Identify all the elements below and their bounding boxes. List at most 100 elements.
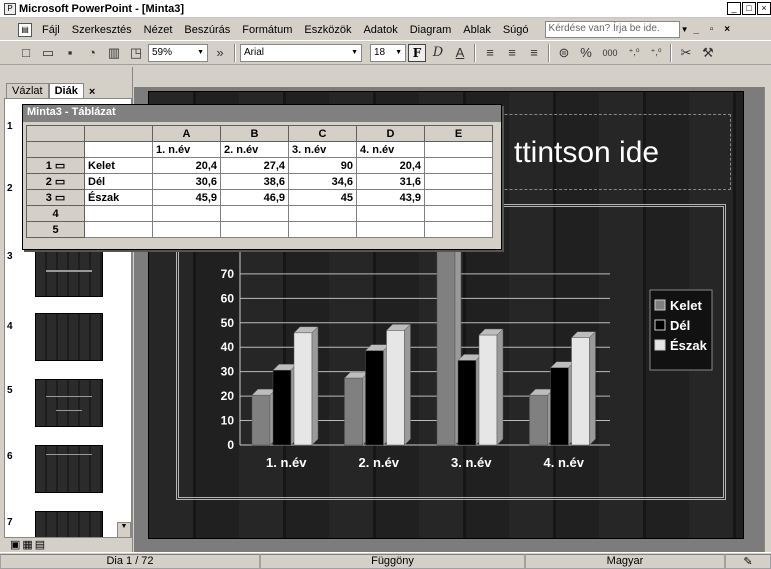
column-header-B[interactable]: B bbox=[220, 125, 289, 142]
menu-chart[interactable]: Diagram bbox=[404, 24, 458, 36]
vertical-scrollbar[interactable] bbox=[764, 87, 771, 552]
column-header-D[interactable]: D bbox=[356, 125, 425, 142]
menu-data[interactable]: Adatok bbox=[357, 24, 403, 36]
value-cell[interactable]: 34,6 bbox=[288, 173, 357, 190]
increase-decimal-icon[interactable]: ⁺,⁰ bbox=[624, 43, 644, 63]
bold-button[interactable]: F bbox=[408, 43, 426, 62]
row-header-2[interactable]: 2 ▭ bbox=[26, 173, 85, 190]
value-cell[interactable]: 27,4 bbox=[220, 157, 289, 174]
new-document-icon[interactable]: □ bbox=[16, 43, 36, 63]
decrease-decimal-icon[interactable]: ⁺,⁰ bbox=[646, 43, 666, 63]
series-label-cell[interactable] bbox=[84, 221, 153, 238]
menu-format[interactable]: Formátum bbox=[236, 24, 298, 36]
menu-file[interactable]: Fájl bbox=[36, 24, 66, 36]
value-cell[interactable] bbox=[424, 205, 493, 222]
series-label-cell[interactable]: Észak bbox=[84, 189, 153, 206]
tab-slides[interactable]: Diák bbox=[48, 83, 84, 98]
column-header-A[interactable]: A bbox=[152, 125, 221, 142]
font-size-select[interactable]: 18 ▼ bbox=[370, 43, 406, 62]
chevron-down-icon[interactable]: ▼ bbox=[117, 522, 131, 538]
percent-button[interactable]: % bbox=[576, 43, 596, 63]
value-cell[interactable]: 38,6 bbox=[220, 173, 289, 190]
datasheet-grid[interactable]: A B C D E 1. n.év 2. n.év 3. n.év 4. n.év 1 ▭ Kele… bbox=[26, 125, 493, 238]
permission-icon[interactable]: ◔ bbox=[82, 43, 102, 63]
category-cell[interactable]: 3. n.év bbox=[288, 141, 357, 158]
value-cell[interactable]: 20,4 bbox=[152, 157, 221, 174]
slide-thumbnail-3[interactable] bbox=[35, 249, 103, 297]
powerpoint-app-icon[interactable]: P bbox=[4, 2, 16, 15]
category-cell[interactable] bbox=[424, 141, 493, 158]
minimize-button[interactable]: _ bbox=[727, 2, 741, 15]
print-icon[interactable]: ▥ bbox=[104, 43, 124, 63]
corner-cell[interactable] bbox=[26, 125, 85, 142]
align-center-icon[interactable]: ≡ bbox=[502, 43, 522, 63]
value-cell[interactable] bbox=[424, 189, 493, 206]
value-cell[interactable] bbox=[220, 221, 289, 238]
value-cell[interactable]: 43,9 bbox=[356, 189, 425, 206]
help-search-input[interactable]: Kérdése van? Írja be ide. bbox=[544, 21, 680, 38]
save-icon[interactable]: ▪ bbox=[60, 43, 80, 63]
zoom-select[interactable]: 59% ▼ bbox=[148, 43, 208, 62]
close-button[interactable]: × bbox=[757, 2, 771, 15]
value-cell[interactable] bbox=[424, 157, 493, 174]
menu-tools[interactable]: Eszközök bbox=[298, 24, 357, 36]
menu-help[interactable]: Súgó bbox=[497, 24, 535, 36]
category-cell[interactable]: 4. n.év bbox=[356, 141, 425, 158]
italic-button[interactable]: D bbox=[428, 43, 448, 63]
value-cell[interactable]: 30,6 bbox=[152, 173, 221, 190]
value-cell[interactable] bbox=[152, 221, 221, 238]
value-cell[interactable]: 45,9 bbox=[152, 189, 221, 206]
spellcheck-icon[interactable]: ✎ bbox=[725, 553, 771, 569]
value-cell[interactable] bbox=[152, 205, 221, 222]
row-header-5[interactable]: 5 bbox=[26, 221, 85, 238]
slide-thumbnail-5[interactable] bbox=[35, 379, 103, 427]
font-select[interactable]: Arial ▼ bbox=[240, 43, 362, 62]
document-icon[interactable]: ▤ bbox=[18, 22, 32, 37]
value-cell[interactable] bbox=[424, 173, 493, 190]
slide-thumbnail-7[interactable] bbox=[35, 511, 103, 537]
document-window-controls[interactable]: _ ▫ × bbox=[694, 24, 735, 35]
value-cell[interactable]: 46,9 bbox=[220, 189, 289, 206]
row-label-header[interactable] bbox=[84, 125, 153, 142]
menu-edit[interactable]: Szerkesztés bbox=[66, 24, 138, 36]
print-preview-icon[interactable]: ◳ bbox=[126, 43, 146, 63]
row-header-1[interactable]: 1 ▭ bbox=[26, 157, 85, 174]
category-cell[interactable]: 1. n.év bbox=[152, 141, 221, 158]
tab-outline[interactable]: Vázlat bbox=[6, 83, 49, 98]
value-cell[interactable] bbox=[356, 205, 425, 222]
series-label-cell[interactable]: Dél bbox=[84, 173, 153, 190]
more-buttons-icon[interactable]: » bbox=[210, 43, 230, 63]
category-cell[interactable]: 2. n.év bbox=[220, 141, 289, 158]
format-axis-icon[interactable]: ⚒ bbox=[698, 43, 718, 63]
label-cell[interactable] bbox=[84, 141, 153, 158]
row-header-3[interactable]: 3 ▭ bbox=[26, 189, 85, 206]
align-left-icon[interactable]: ≡ bbox=[480, 43, 500, 63]
value-cell[interactable] bbox=[356, 221, 425, 238]
value-cell[interactable] bbox=[220, 205, 289, 222]
value-cell[interactable] bbox=[424, 221, 493, 238]
value-cell[interactable]: 20,4 bbox=[356, 157, 425, 174]
value-cell[interactable]: 90 bbox=[288, 157, 357, 174]
align-right-icon[interactable]: ≡ bbox=[524, 43, 544, 63]
value-cell[interactable]: 31,6 bbox=[356, 173, 425, 190]
open-folder-icon[interactable]: ▭ bbox=[38, 43, 58, 63]
value-cell[interactable] bbox=[288, 205, 357, 222]
row-header-4[interactable]: 4 bbox=[26, 205, 85, 222]
menu-insert[interactable]: Beszúrás bbox=[178, 24, 236, 36]
value-cell[interactable]: 45 bbox=[288, 189, 357, 206]
slide-thumbnail-4[interactable] bbox=[35, 313, 103, 361]
thousands-separator-button[interactable]: 000 bbox=[598, 43, 622, 63]
underline-button[interactable]: A bbox=[450, 43, 470, 63]
datasheet-window[interactable]: Minta3 - Táblázat A B C D E 1. n.év 2. n.év 3. … bbox=[22, 104, 502, 250]
menu-window[interactable]: Ablak bbox=[457, 24, 497, 36]
column-header-E[interactable]: E bbox=[424, 125, 493, 142]
close-pane-icon[interactable]: × bbox=[89, 86, 95, 98]
slide-thumbnail-6[interactable] bbox=[35, 445, 103, 493]
chart-options-icon[interactable]: ✂ bbox=[676, 43, 696, 63]
row-header[interactable] bbox=[26, 141, 85, 158]
maximize-button[interactable]: □ bbox=[742, 2, 756, 15]
column-header-C[interactable]: C bbox=[288, 125, 357, 142]
series-label-cell[interactable]: Kelet bbox=[84, 157, 153, 174]
value-cell[interactable] bbox=[288, 221, 357, 238]
currency-icon[interactable]: ⊜ bbox=[554, 43, 574, 63]
